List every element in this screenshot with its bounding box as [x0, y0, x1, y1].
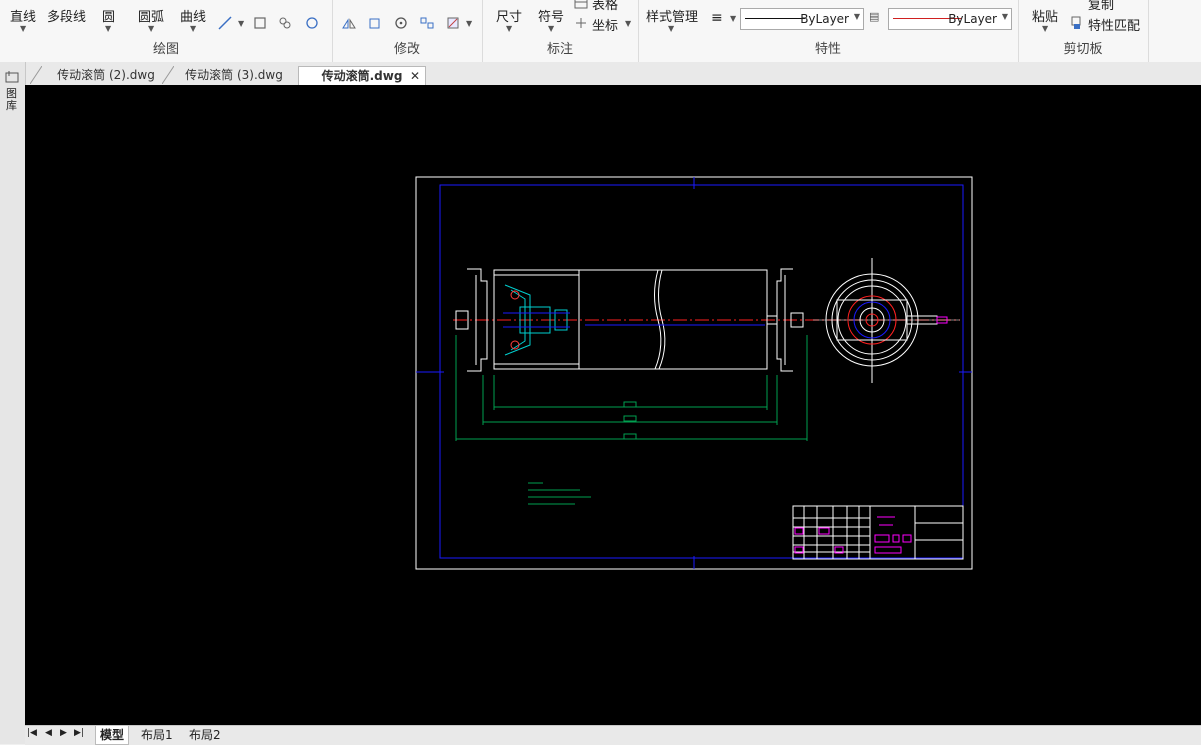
- tab-separator-1: [30, 66, 42, 84]
- library-icon[interactable]: [5, 70, 19, 84]
- previous-layout-icon[interactable]: ◀: [45, 728, 52, 738]
- paste-button[interactable]: 粘贴: [1032, 6, 1058, 25]
- technical-notes: [528, 482, 591, 505]
- match-properties-icon: [1071, 16, 1081, 29]
- sheet-border: [415, 176, 973, 570]
- dimension-lines: [455, 335, 808, 441]
- drawing-canvas[interactable]: [25, 85, 1201, 725]
- modify-group: ▼ 修改: [332, 0, 483, 62]
- coordinate-button[interactable]: 坐标: [592, 15, 618, 34]
- rotate-icon[interactable]: [394, 16, 408, 30]
- draw-group: 直线 ▼ 多段线 圆 ▼ 圆弧 ▼ 曲线 ▼ ▼ 绘图: [0, 0, 333, 62]
- lineweight-dropdown-icon[interactable]: ▼: [730, 14, 736, 23]
- copy-button[interactable]: 复制: [1088, 0, 1114, 13]
- arc-button[interactable]: 圆弧: [138, 6, 164, 25]
- style-manager-dropdown-icon[interactable]: ▼: [668, 24, 674, 33]
- arc-dropdown-icon[interactable]: ▼: [148, 24, 154, 33]
- color-value: ByLayer: [948, 12, 997, 26]
- tab-document-3[interactable]: 传动滚筒 (3).dwg: [172, 66, 296, 84]
- tab-model[interactable]: 模型: [95, 726, 130, 745]
- line-dropdown-icon[interactable]: ▼: [20, 24, 26, 33]
- tab-layout-1[interactable]: 布局1: [141, 726, 173, 744]
- coordinate-icon: [576, 18, 586, 28]
- ribbon: 直线 ▼ 多段线 圆 ▼ 圆弧 ▼ 曲线 ▼ ▼ 绘图 ▼ 修改 尺寸 ▼ 符号…: [0, 0, 1201, 63]
- color-caret-icon: ▼: [1001, 12, 1008, 21]
- modify-dropdown-icon[interactable]: ▼: [466, 19, 472, 28]
- color-dropdown[interactable]: ByLayer ▼: [888, 8, 1012, 30]
- match-properties-button[interactable]: 特性匹配: [1088, 15, 1140, 34]
- properties-group: 样式管理 ▼ ≡ ▼ ByLayer ▼ ▤ ByLayer ▼ 特性: [638, 0, 1019, 62]
- clipboard-group-title: 剪切板: [1063, 42, 1103, 57]
- lineweight-icon[interactable]: ≡: [711, 10, 723, 26]
- draw-group-title: 绘图: [152, 42, 179, 57]
- document-tab-bar: 传动滚筒 (2).dwg 传动滚筒 (3).dwg 传动滚筒.dwg ✕: [0, 62, 1201, 86]
- tab-document-2-label: 传动滚筒 (2).dwg: [57, 68, 155, 82]
- style-manager-button[interactable]: 样式管理: [646, 6, 698, 25]
- table-button[interactable]: 表格: [592, 0, 618, 13]
- rectangle-icon[interactable]: [253, 16, 267, 30]
- circle-dropdown-icon[interactable]: ▼: [105, 24, 111, 33]
- region-icon[interactable]: [305, 16, 319, 30]
- annotation-group-title: 标注: [546, 42, 573, 57]
- dimension-button[interactable]: 尺寸: [496, 6, 522, 25]
- library-label[interactable]: 图库: [6, 88, 18, 112]
- paste-dropdown-icon[interactable]: ▼: [1042, 24, 1048, 33]
- centering-marks: [416, 177, 972, 569]
- polyline-button[interactable]: 多段线: [47, 6, 86, 25]
- linetype-caret-icon: ▼: [853, 12, 860, 21]
- mirror-icon[interactable]: [342, 16, 356, 30]
- tab-document-3-label: 传动滚筒 (3).dwg: [185, 68, 283, 82]
- title-block: [792, 505, 964, 560]
- line-button[interactable]: 直线: [10, 6, 36, 25]
- close-tab-icon[interactable]: ✕: [410, 67, 420, 85]
- xline-icon[interactable]: [218, 16, 232, 30]
- coordinate-dropdown-icon[interactable]: ▼: [625, 19, 631, 28]
- modify-group-title: 修改: [393, 42, 420, 57]
- drum-side-view: [813, 258, 960, 383]
- xline-dropdown-icon[interactable]: ▼: [238, 19, 244, 28]
- circle-button[interactable]: 圆: [102, 6, 115, 25]
- curve-button[interactable]: 曲线: [180, 6, 206, 25]
- stretch-icon[interactable]: [368, 16, 382, 30]
- next-layout-icon[interactable]: ▶: [60, 728, 67, 738]
- linetype-manager-icon[interactable]: ▤: [869, 10, 879, 23]
- last-layout-icon[interactable]: ▶|: [74, 728, 84, 738]
- first-layout-icon[interactable]: |◀: [27, 728, 37, 738]
- tab-layout-2[interactable]: 布局2: [189, 726, 221, 744]
- hatch-icon[interactable]: [278, 16, 292, 30]
- drawing-frame: [439, 184, 964, 559]
- edit-icon[interactable]: [446, 16, 460, 30]
- curve-dropdown-icon[interactable]: ▼: [190, 24, 196, 33]
- dimension-dropdown-icon[interactable]: ▼: [506, 24, 512, 33]
- linetype-value: ByLayer: [800, 12, 849, 26]
- layout-tab-bar: |◀ ◀ ▶ ▶| 模型 布局1 布局2: [25, 725, 1201, 745]
- symbol-dropdown-icon[interactable]: ▼: [548, 24, 554, 33]
- linetype-dropdown[interactable]: ByLayer ▼: [740, 8, 864, 30]
- tab-document-2[interactable]: 传动滚筒 (2).dwg: [42, 66, 170, 84]
- properties-group-title: 特性: [814, 42, 841, 57]
- linetype-preview: [745, 18, 805, 19]
- left-side-panel: 图库: [0, 62, 26, 744]
- symbol-button[interactable]: 符号: [538, 6, 564, 25]
- annotation-group: 尺寸 ▼ 符号 ▼ 表格 坐标 ▼ 标注: [482, 0, 639, 62]
- tab-document-active-label: 传动滚筒.dwg: [321, 69, 403, 83]
- tab-document-active[interactable]: 传动滚筒.dwg ✕: [298, 66, 426, 85]
- clipboard-group: 粘贴 ▼ 复制 特性匹配 剪切板: [1018, 0, 1149, 62]
- array-icon[interactable]: [420, 16, 434, 30]
- table-icon: [574, 0, 588, 9]
- drawing-svg[interactable]: [25, 85, 1201, 725]
